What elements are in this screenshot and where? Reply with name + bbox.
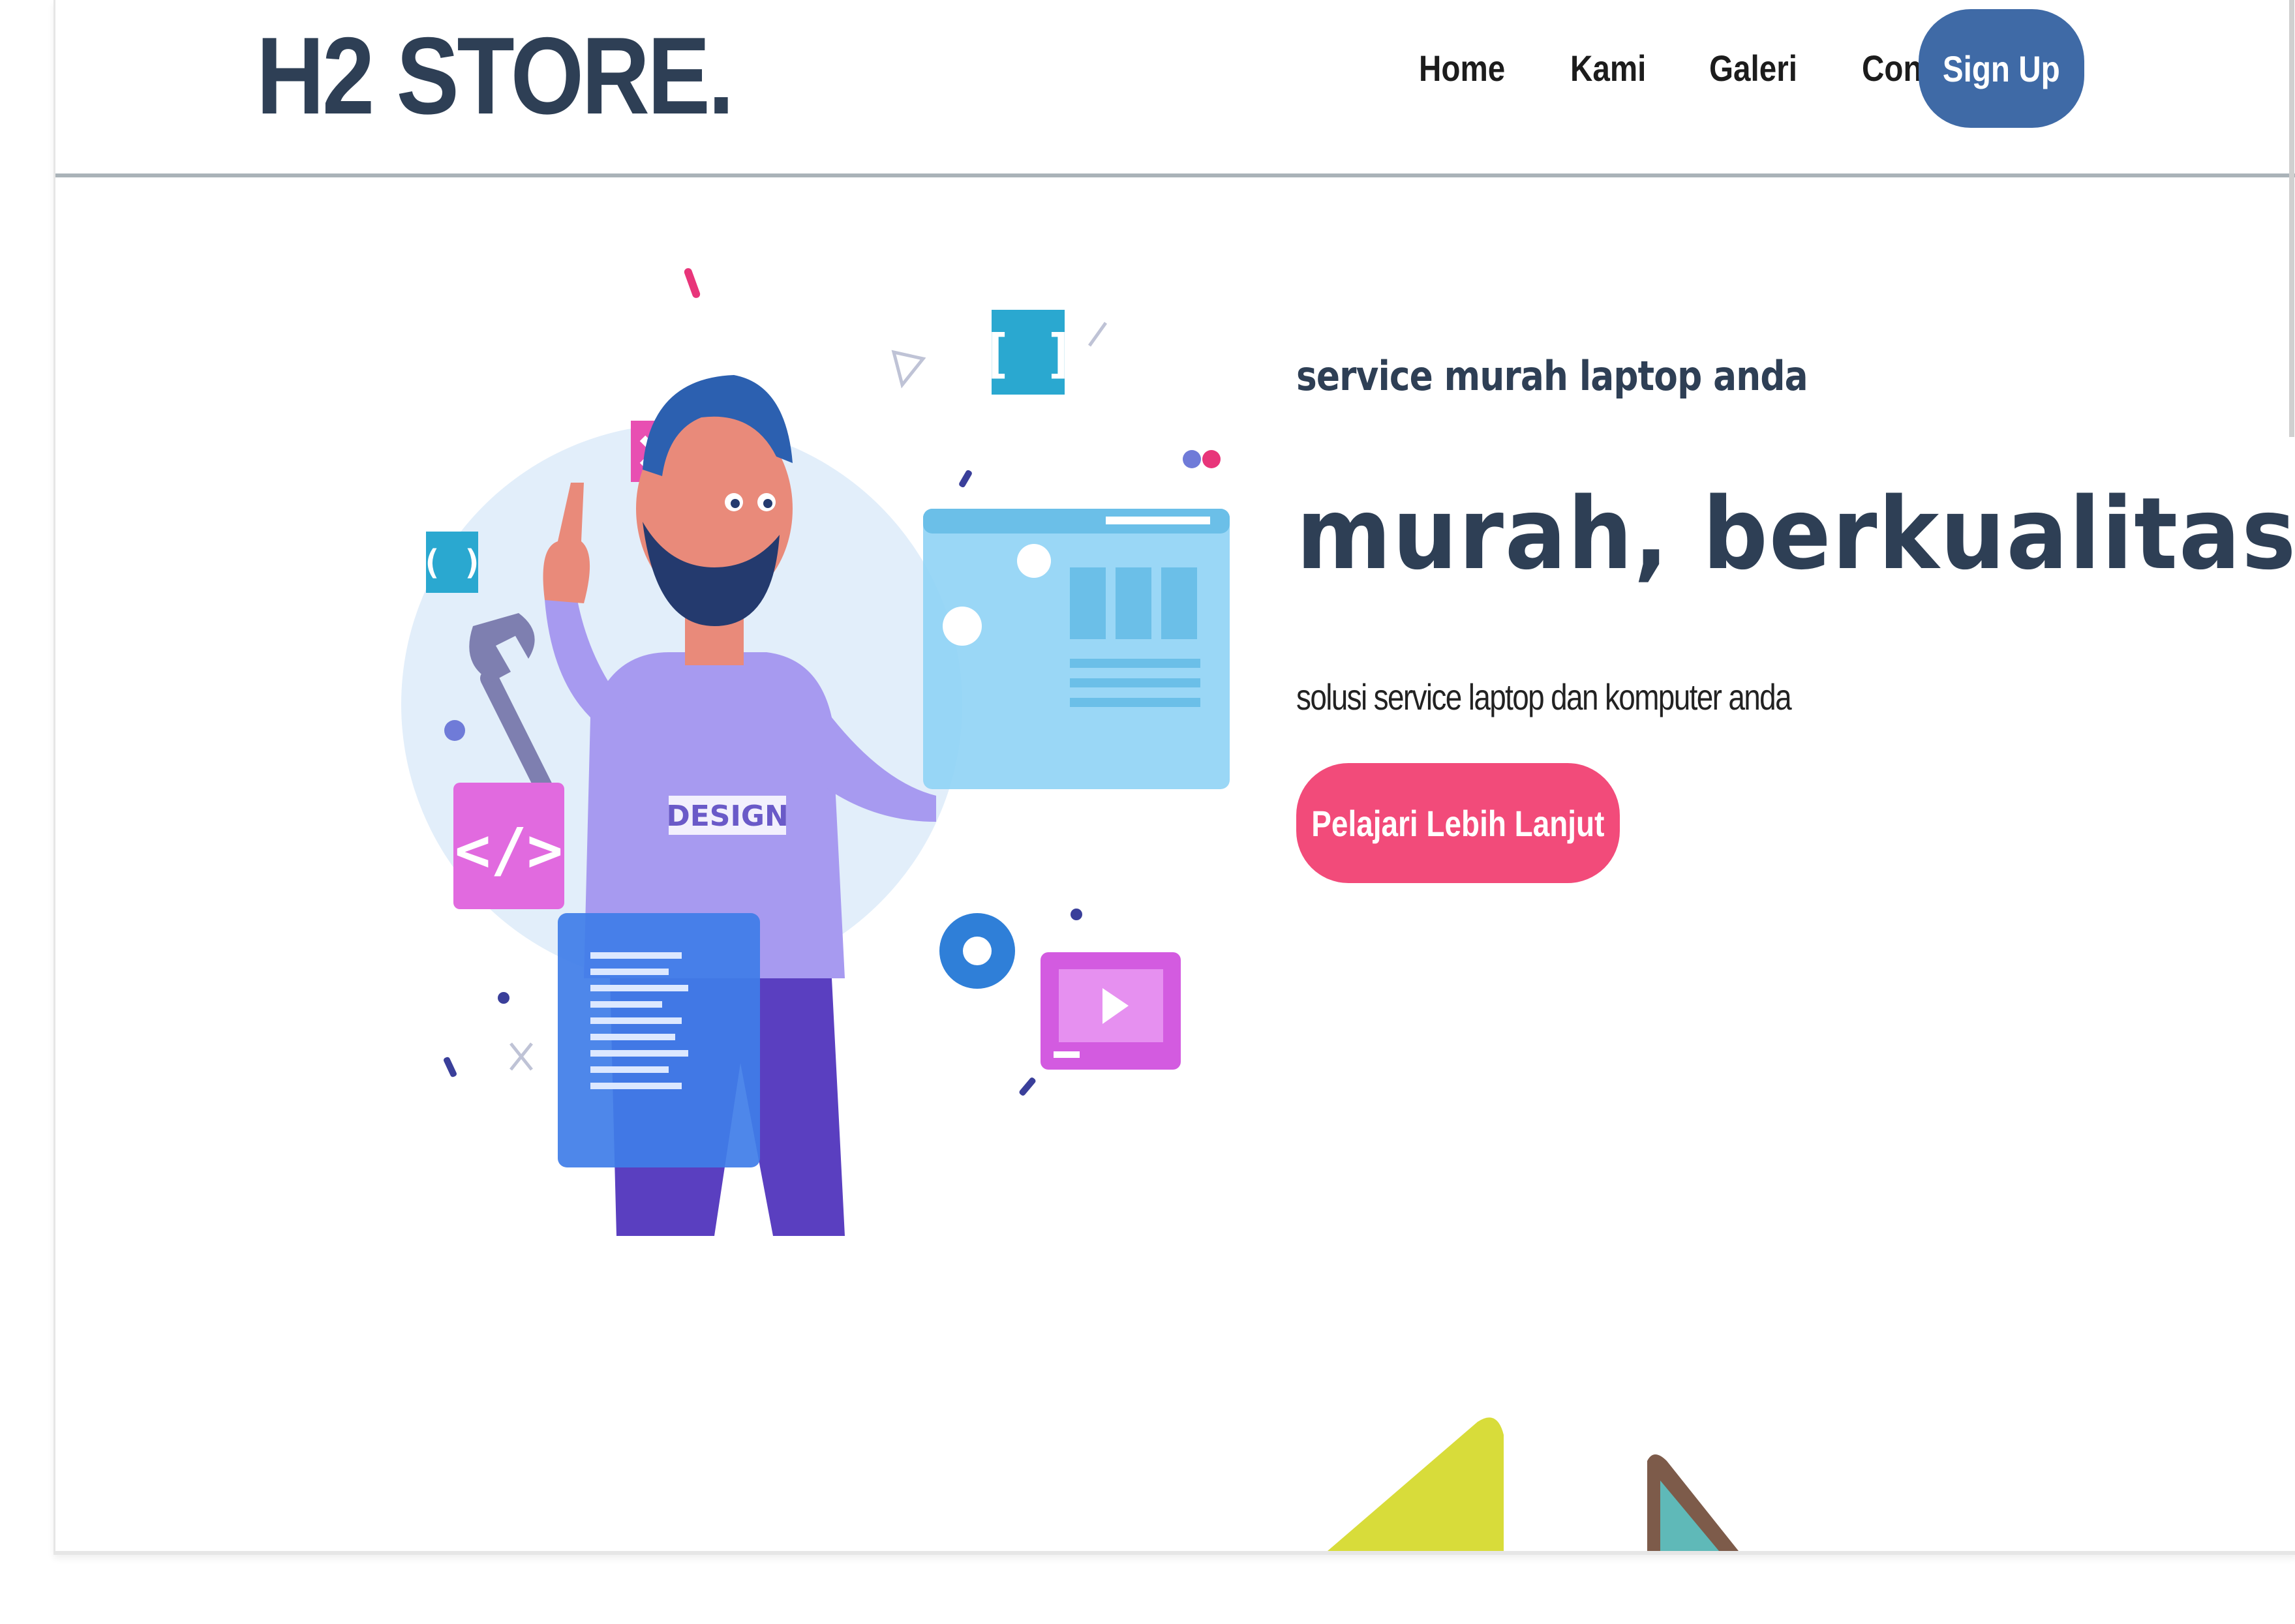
browser-viewport: H2 STORE. Home Kami Galeri Contact Sign … [53,0,2295,1555]
hero-text: service murah laptop anda murah, berkual… [1296,352,2295,717]
scrollbar-thumb[interactable] [2289,0,2294,437]
nav-link-galeri[interactable]: Galeri [1709,47,1797,89]
navbar: H2 STORE. Home Kami Galeri Contact Sign … [55,0,2295,177]
signup-button[interactable]: Sign Up [1919,9,2084,128]
signup-label: Sign Up [1943,48,2060,89]
gear-icon [939,913,1015,989]
brand-logo[interactable]: H2 STORE. [256,13,735,139]
bracket-icon: [ ] [981,310,1076,395]
nav-link-kami[interactable]: Kami [1570,47,1646,89]
hero-subtext: solusi service laptop dan komputer anda [1296,676,1792,717]
hero-tagline: service murah laptop anda [1296,352,1808,400]
play-icon [1041,952,1181,1070]
nav-link-home[interactable]: Home [1419,47,1505,89]
learn-more-label: Pelajari Lebih Lanjut [1311,802,1605,844]
svg-text:[ ]: [ ] [981,323,1076,384]
designer-illustration: [ ] ( ) </> DESIGN [349,261,1275,1252]
svg-text:DESIGN: DESIGN [666,800,789,833]
svg-text:</>: </> [455,815,563,885]
hero-headline: murah, berkualitas [1296,476,2295,592]
learn-more-button[interactable]: Pelajari Lebih Lanjut [1296,763,1620,883]
svg-text:( ): ( ) [421,543,483,582]
